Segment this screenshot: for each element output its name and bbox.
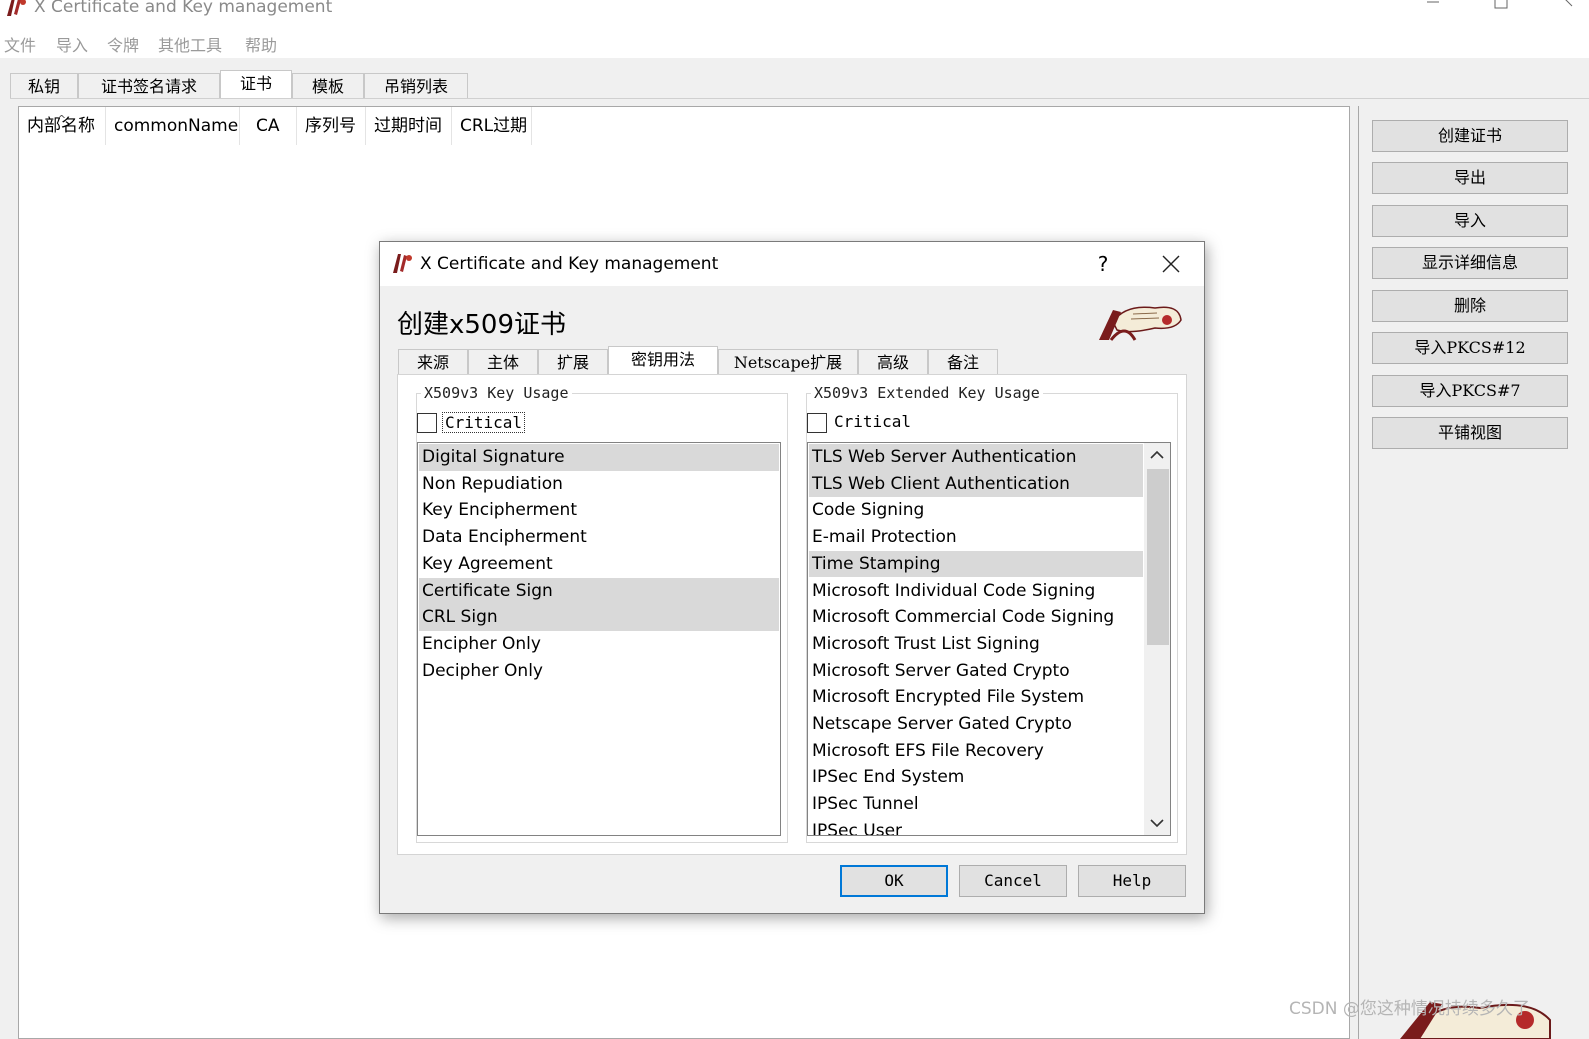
cancel-button[interactable]: Cancel: [959, 865, 1067, 897]
menu-token[interactable]: 令牌: [107, 32, 139, 56]
chevron-up-icon[interactable]: [1144, 443, 1170, 467]
list-item[interactable]: E-mail Protection: [809, 524, 1143, 551]
tab-pane-border: [10, 98, 1589, 99]
extended-key-usage-critical-label[interactable]: Critical: [832, 412, 913, 431]
tab-private-keys[interactable]: 私钥: [10, 73, 78, 99]
column-expiry[interactable]: 过期时间: [366, 107, 452, 145]
menu-file[interactable]: 文件: [4, 32, 36, 56]
maximize-icon[interactable]: [1478, 0, 1524, 18]
watermark-text: CSDN @您这种情况持续多久了: [1289, 999, 1530, 1019]
list-item[interactable]: Microsoft Commercial Code Signing: [809, 604, 1143, 631]
chevron-down-icon[interactable]: [1144, 811, 1170, 835]
dialog-heading: 创建x509证书: [397, 310, 567, 340]
column-common-name[interactable]: commonName: [106, 107, 240, 145]
ok-button[interactable]: OK: [840, 865, 948, 897]
close-icon[interactable]: [1156, 250, 1186, 278]
key-usage-panel: X509v3 Key Usage Critical Non Repudiatio…: [397, 374, 1187, 855]
list-item[interactable]: IPSec User: [809, 818, 1143, 835]
tab-certificates[interactable]: 证书: [220, 70, 292, 99]
import-pkcs7-button[interactable]: 导入PKCS#7: [1372, 375, 1568, 407]
tab-netscape[interactable]: Netscape扩展: [718, 349, 858, 376]
tab-extensions[interactable]: 扩展: [538, 349, 608, 376]
dialog-title: X Certificate and Key management: [420, 254, 719, 274]
column-ca[interactable]: CA: [240, 107, 297, 145]
list-item[interactable]: Time Stamping: [809, 550, 1143, 578]
key-usage-group-label: X509v3 Key Usage: [421, 384, 572, 402]
column-crl-expiry[interactable]: CRL过期: [452, 107, 532, 145]
key-usage-listbox[interactable]: Non Repudiation Key Encipherment Data Enci…: [417, 442, 781, 836]
key-usage-group: X509v3 Key Usage Critical Non Repudiatio…: [416, 384, 788, 843]
sort-ascending-icon: ^: [57, 113, 67, 126]
list-item[interactable]: Non Repudiation: [419, 471, 779, 498]
import-button[interactable]: 导入: [1372, 205, 1568, 237]
main-title-bar: X Certificate and Key management: [0, 0, 1589, 22]
scrollbar-thumb[interactable]: [1147, 469, 1169, 645]
minimize-icon[interactable]: [1410, 0, 1456, 18]
dialog-title-bar: X Certificate and Key management ?: [380, 242, 1204, 286]
menu-other-tools[interactable]: 其他工具: [158, 32, 222, 56]
extended-key-usage-listbox[interactable]: TLS Web Server Authentication TLS Web Cli…: [807, 442, 1171, 836]
extended-key-usage-group: X509v3 Extended Key Usage Critical TLS W…: [806, 384, 1178, 843]
list-item[interactable]: Microsoft Encrypted File System: [809, 684, 1143, 711]
main-window-title: X Certificate and Key management: [34, 0, 333, 17]
list-item[interactable]: Key Agreement: [419, 551, 779, 578]
tab-templates[interactable]: 模板: [292, 73, 364, 99]
tab-csr[interactable]: 证书签名请求: [78, 73, 220, 99]
vertical-scrollbar[interactable]: [1144, 443, 1170, 835]
list-item[interactable]: Microsoft EFS File Recovery: [809, 738, 1143, 765]
list-item[interactable]: Certificate Sign: [419, 577, 779, 605]
scroll-seal-logo: [1099, 306, 1182, 341]
plain-view-button[interactable]: 平铺视图: [1372, 417, 1568, 449]
create-certificate-dialog: X Certificate and Key management ? 创建x50…: [379, 241, 1205, 914]
xca-app-icon: [7, 0, 26, 16]
extended-key-usage-group-label: X509v3 Extended Key Usage: [811, 384, 1043, 402]
tab-source[interactable]: 来源: [398, 349, 468, 376]
close-window-icon[interactable]: [1546, 0, 1589, 18]
list-item[interactable]: Digital Signature: [419, 444, 779, 471]
export-button[interactable]: 导出: [1372, 162, 1568, 194]
column-serial[interactable]: 序列号: [297, 107, 366, 145]
checkbox-box[interactable]: [807, 413, 827, 433]
tab-subject[interactable]: 主体: [468, 349, 538, 376]
checkbox-box[interactable]: [417, 413, 437, 433]
show-details-button[interactable]: 显示详细信息: [1372, 247, 1568, 279]
tab-key-usage[interactable]: 密钥用法: [608, 346, 718, 376]
tab-revocation-lists[interactable]: 吊销列表: [364, 73, 468, 99]
tab-advanced[interactable]: 高级: [858, 349, 928, 376]
help-button[interactable]: Help: [1078, 865, 1186, 897]
list-item[interactable]: Microsoft Trust List Signing: [809, 631, 1143, 658]
list-item[interactable]: TLS Web Client Authentication: [809, 470, 1143, 498]
list-item[interactable]: IPSec Tunnel: [809, 791, 1143, 818]
context-help-icon[interactable]: ?: [1088, 250, 1118, 278]
column-internal-name[interactable]: ^ 内部名称: [19, 107, 106, 145]
delete-button[interactable]: 删除: [1372, 290, 1568, 322]
list-item[interactable]: Netscape Server Gated Crypto: [809, 711, 1143, 738]
list-item[interactable]: Decipher Only: [419, 658, 779, 685]
menu-import[interactable]: 导入: [56, 32, 88, 56]
create-certificate-button[interactable]: 创建证书: [1372, 120, 1568, 152]
import-pkcs12-button[interactable]: 导入PKCS#12: [1372, 332, 1568, 364]
list-item[interactable]: Code Signing: [809, 497, 1143, 524]
list-item[interactable]: Encipher Only: [419, 631, 779, 658]
list-item[interactable]: CRL Sign: [419, 604, 779, 631]
action-panel: 创建证书 导出 导入 显示详细信息 删除 导入PKCS#12 导入PKCS#7 …: [1358, 106, 1589, 1039]
xca-app-icon: [393, 254, 412, 273]
list-item[interactable]: TLS Web Server Authentication: [809, 444, 1143, 471]
list-item[interactable]: IPSec End System: [809, 764, 1143, 791]
menu-help[interactable]: 帮助: [245, 32, 277, 56]
key-usage-critical-label[interactable]: Critical: [442, 412, 526, 433]
list-item[interactable]: Data Encipherment: [419, 524, 779, 551]
tab-comment[interactable]: 备注: [928, 349, 998, 376]
list-item[interactable]: Microsoft Individual Code Signing: [809, 578, 1143, 605]
menu-bar: 文件 导入 令牌 其他工具 帮助: [0, 32, 1589, 58]
list-item[interactable]: Microsoft Server Gated Crypto: [809, 658, 1143, 685]
list-item[interactable]: Key Encipherment: [419, 497, 779, 524]
